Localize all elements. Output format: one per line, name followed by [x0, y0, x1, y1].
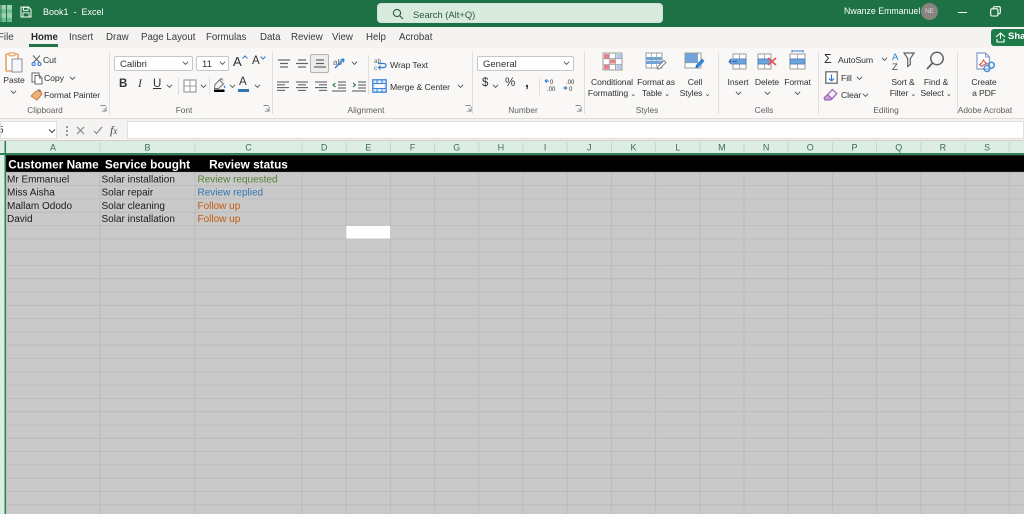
svg-text:E: E: [365, 143, 371, 153]
svg-text:Follow up: Follow up: [198, 214, 241, 225]
svg-text:Solar installation: Solar installation: [102, 174, 175, 185]
svg-text:c: c: [374, 65, 378, 70]
svg-text:Solar installation: Solar installation: [102, 214, 175, 225]
svg-text:O: O: [807, 143, 814, 153]
svg-text:David: David: [7, 214, 33, 225]
svg-text:I: I: [544, 143, 547, 153]
svg-text:K: K: [630, 143, 636, 153]
svg-text:C: C: [245, 143, 252, 153]
svg-text:A: A: [50, 143, 56, 153]
svg-text:Mr Emmanuel: Mr Emmanuel: [7, 174, 69, 185]
svg-text:B: B: [144, 143, 150, 153]
svg-text:Review replied: Review replied: [198, 188, 264, 199]
svg-text:Customer Name: Customer Name: [8, 157, 99, 171]
svg-text:.00: .00: [566, 80, 575, 86]
svg-text:H: H: [498, 143, 505, 153]
svg-text:Z: Z: [892, 62, 898, 72]
svg-text:L: L: [675, 143, 680, 153]
svg-text:N: N: [763, 143, 770, 153]
svg-text:.00: .00: [547, 87, 556, 93]
svg-text:Solar cleaning: Solar cleaning: [102, 201, 165, 212]
svg-text:Review requested: Review requested: [198, 174, 278, 185]
svg-text:J: J: [587, 143, 592, 153]
svg-text:0: 0: [569, 87, 573, 93]
svg-text:Review status: Review status: [209, 157, 288, 171]
svg-text:M: M: [718, 143, 726, 153]
svg-text:Follow up: Follow up: [198, 201, 241, 212]
svg-text:P: P: [851, 143, 857, 153]
svg-text:Mallam Ododo: Mallam Ododo: [7, 201, 72, 212]
svg-text:0: 0: [550, 80, 554, 86]
svg-text:D: D: [321, 143, 328, 153]
svg-text:S: S: [984, 143, 990, 153]
svg-text:Q: Q: [895, 143, 902, 153]
svg-text:R: R: [940, 143, 947, 153]
svg-text:Solar repair: Solar repair: [102, 188, 154, 199]
svg-text:Service bought: Service bought: [105, 157, 190, 171]
svg-text:F: F: [410, 143, 416, 153]
svg-text:Miss Aisha: Miss Aisha: [7, 188, 55, 199]
svg-text:G: G: [453, 143, 460, 153]
